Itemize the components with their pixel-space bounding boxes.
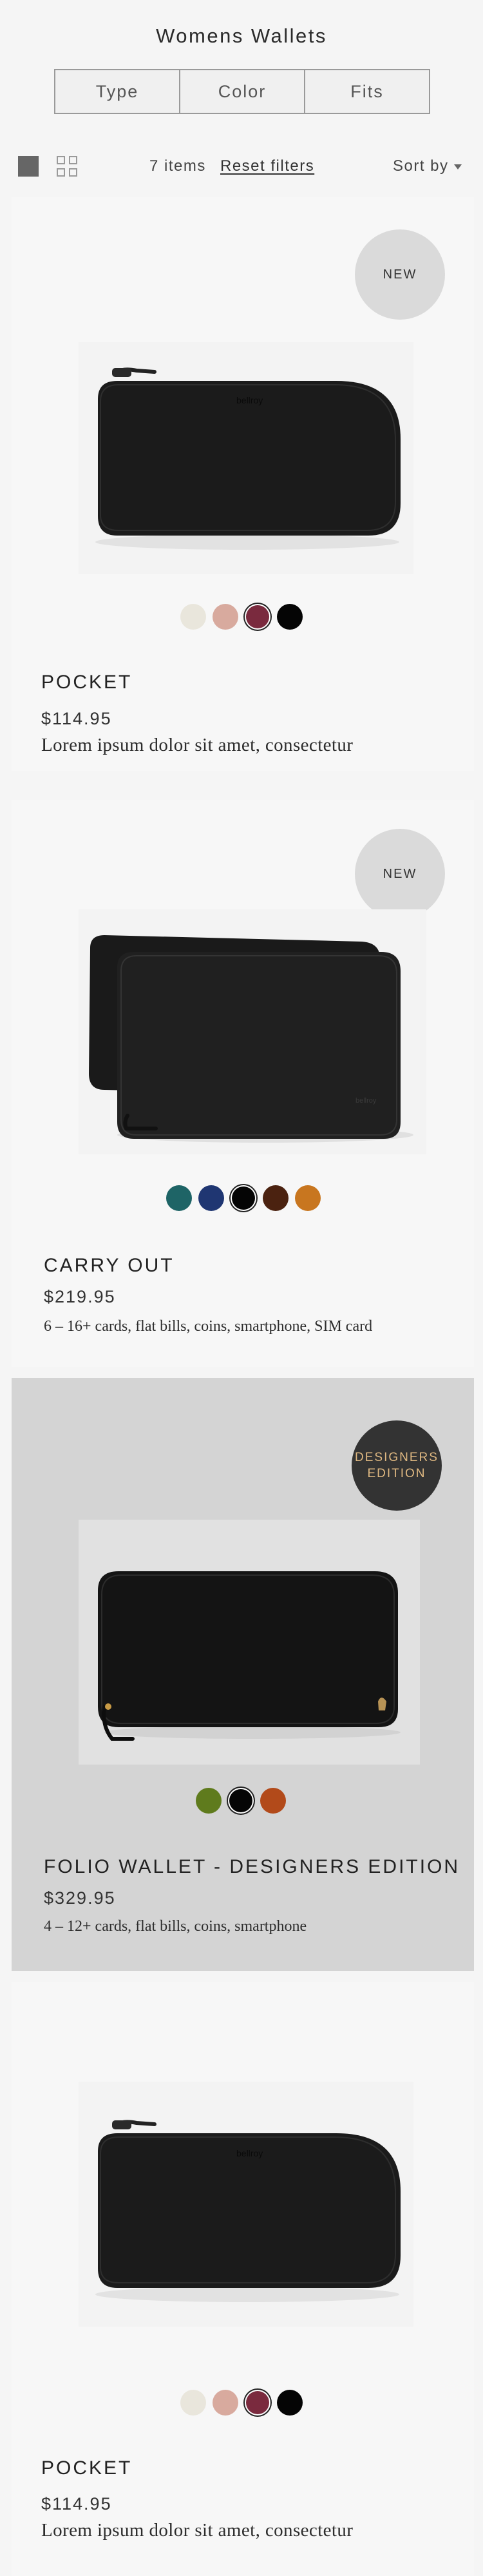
reset-filters-link[interactable]: Reset filters [220,157,314,175]
product-description: 4 – 12+ cards, flat bills, coins, smartp… [44,1918,307,1935]
swatch-plum-selected[interactable] [246,605,269,628]
product-price: $114.95 [41,709,112,728]
product-price: $114.95 [41,2494,112,2513]
caret-down-icon [453,164,462,169]
new-badge: NEW [355,229,445,320]
filter-color-button[interactable]: Color [180,70,305,113]
swatch-black-selected[interactable] [229,1789,252,1812]
swatch-teal[interactable] [166,1185,192,1211]
badge-line-1: DESIGNERS [355,1451,439,1464]
product-description: 6 – 16+ cards, flat bills, coins, smartp… [44,1318,373,1335]
swatch-cream[interactable] [180,2390,206,2416]
filter-bar: Type Color Fits [54,69,430,114]
new-badge: NEW [355,829,445,919]
designers-edition-badge: DESIGNERS EDITION [352,1420,442,1511]
swatch-cream[interactable] [180,604,206,630]
items-count: 7 items [149,157,206,175]
swatch-caramel[interactable] [295,1185,321,1211]
swatch-pink[interactable] [213,2390,238,2416]
product-description: Lorem ipsum dolor sit amet, consectetur [41,735,354,755]
product-price: $219.95 [44,1287,116,1306]
product-card[interactable]: bellroy POCKET $114.95 Lorem ipsum dolor… [12,1982,474,2576]
sort-by-dropdown[interactable]: Sort by [393,157,462,175]
product-description: Lorem ipsum dolor sit amet, consectetur [41,2520,354,2541]
wallet-carry-out-image: bellroy [79,909,426,1154]
swatch-brown[interactable] [263,1185,289,1211]
svg-text:bellroy: bellroy [236,395,263,405]
product-card[interactable]: DESIGNERS EDITION FOLIO WALLET - DESIGNER… [12,1378,474,1971]
product-name[interactable]: POCKET [41,2457,132,2479]
swatch-black[interactable] [277,604,303,630]
svg-text:bellroy: bellroy [236,2148,263,2158]
color-swatches [196,1788,286,1814]
filter-fits-button[interactable]: Fits [305,70,429,113]
swatch-plum-selected[interactable] [246,2391,269,2414]
swatch-olive[interactable] [196,1788,222,1814]
color-swatches [166,1185,321,1211]
badge-line-2: EDITION [367,1467,426,1480]
product-name[interactable]: POCKET [41,672,132,693]
product-card[interactable]: NEW bellroy POCKET $114.95 Lorem ipsum d… [12,197,474,771]
page-title: Womens Wallets [156,24,327,47]
product-price: $329.95 [44,1888,116,1908]
wallet-pocket-image: bellroy [79,342,413,574]
listing-toolbar: 7 items Reset filters Sort by [18,155,469,180]
single-view-icon[interactable] [18,156,39,177]
wallet-folio-image [79,1520,420,1765]
filter-type-button[interactable]: Type [55,70,180,113]
product-name[interactable]: CARRY OUT [44,1255,175,1277]
swatch-rust[interactable] [260,1788,286,1814]
swatch-black-selected[interactable] [232,1186,255,1210]
sort-by-label: Sort by [393,157,449,175]
wallet-pocket-image: bellroy [79,2082,413,2327]
svg-text:bellroy: bellroy [355,1097,377,1105]
color-swatches [180,2390,303,2416]
swatch-navy[interactable] [198,1185,224,1211]
color-swatches [180,604,303,630]
grid-view-icon[interactable] [57,156,77,177]
swatch-black[interactable] [277,2390,303,2416]
swatch-pink[interactable] [213,604,238,630]
product-card[interactable]: NEW bellroy CARRY OUT $219.95 6 – 16+ ca… [12,800,474,1367]
product-name[interactable]: FOLIO WALLET - DESIGNERS EDITION [44,1856,460,1878]
